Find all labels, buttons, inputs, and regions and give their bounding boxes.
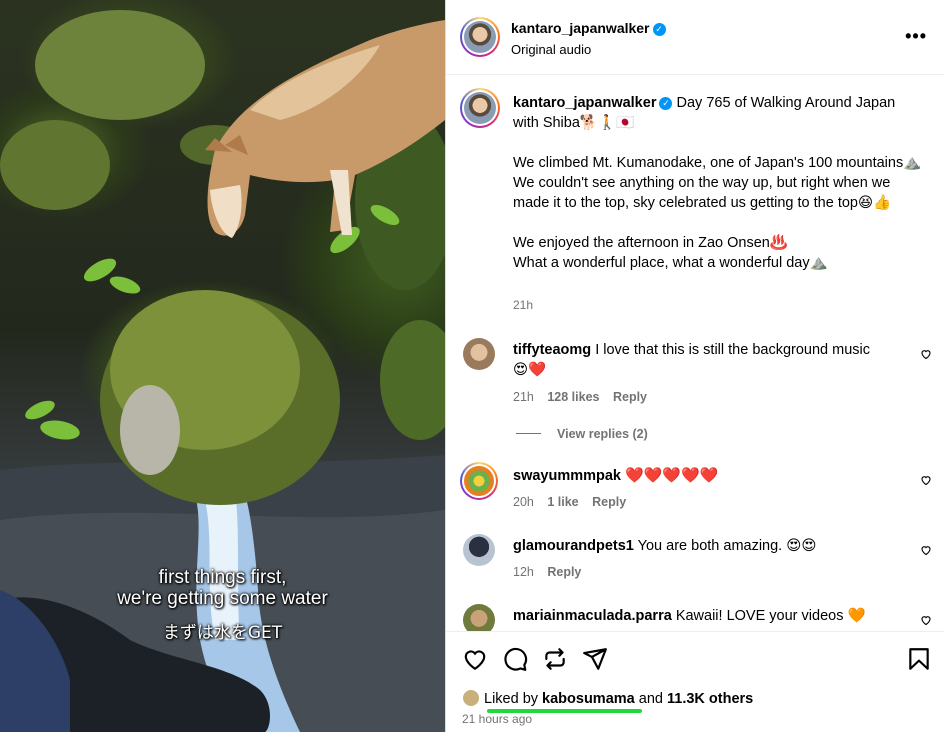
comments-scroll-area[interactable]: kantaro_japanwalker ✓ Day 765 of Walking …: [446, 76, 944, 631]
post-timestamp[interactable]: 21h: [513, 298, 533, 312]
liker-avatar[interactable]: [462, 689, 480, 707]
reply-button[interactable]: Reply: [592, 495, 626, 509]
verified-badge-icon: ✓: [659, 97, 673, 110]
comment-like-heart-icon[interactable]: [920, 348, 932, 360]
view-replies-divider: [516, 433, 541, 434]
reply-button[interactable]: Reply: [613, 390, 647, 404]
commenter-username[interactable]: glamourandpets1: [513, 538, 634, 554]
share-icon[interactable]: [582, 646, 608, 672]
bookmark-icon[interactable]: [906, 646, 932, 672]
video-caption-line: we're getting some water: [117, 588, 328, 609]
comment-like-heart-icon[interactable]: [920, 614, 932, 626]
author-avatar[interactable]: [460, 17, 500, 57]
comment-meta: 12h Reply: [513, 565, 591, 579]
commenter-avatar[interactable]: [463, 338, 495, 370]
post-header: kantaro_japanwalker ✓ Original audio •••: [446, 0, 944, 75]
comment-body: glamourandpets1 You are both amazing. 😍😍: [513, 536, 913, 556]
comment-time[interactable]: 21h: [513, 390, 534, 404]
post-caption: kantaro_japanwalker ✓ Day 765 of Walking …: [513, 93, 923, 273]
commenter-username[interactable]: swayummmpak: [513, 468, 621, 484]
commenter-avatar[interactable]: [463, 604, 495, 631]
comment-like-heart-icon[interactable]: [920, 544, 932, 556]
caption-paragraph: We climbed Mt. Kumanodake, one of Japan'…: [513, 155, 922, 211]
author-username-row[interactable]: kantaro_japanwalker ✓: [511, 20, 666, 36]
post-details-panel: kantaro_japanwalker ✓ Original audio ••• …: [445, 0, 944, 732]
comment-icon[interactable]: [502, 646, 528, 672]
comment-likes[interactable]: 128 likes: [547, 390, 599, 404]
comment-emoji: 😍❤️: [513, 362, 547, 378]
commenter-username[interactable]: mariainmaculada.parra: [513, 608, 672, 624]
post-action-bar: Liked by kabosumama and 11.3K others 21 …: [446, 631, 944, 732]
post-date[interactable]: 21 hours ago: [462, 712, 532, 726]
liked-by-summary: Liked by kabosumama and 11.3K others: [462, 689, 753, 707]
liked-by-and: and: [638, 691, 663, 707]
verified-badge-icon: ✓: [652, 23, 666, 36]
comment-body: tiffyteaomg I love that this is still th…: [513, 340, 913, 380]
comment-text: ❤️❤️❤️❤️❤️: [625, 467, 719, 484]
heart-icon[interactable]: [462, 646, 488, 672]
video-caption-japanese: まずは水をGET: [162, 623, 283, 643]
commenter-avatar[interactable]: [463, 534, 495, 566]
comment-text: You are both amazing. 😍😍: [637, 538, 817, 554]
repost-icon[interactable]: [542, 646, 568, 672]
view-replies-button[interactable]: View replies (2): [516, 427, 648, 441]
video-player[interactable]: first things first, we're getting some w…: [0, 0, 445, 732]
comment-meta: 21h 128 likes Reply: [513, 390, 657, 404]
reply-button[interactable]: Reply: [547, 565, 581, 579]
view-replies-label: View replies (2): [557, 427, 648, 441]
comment-time[interactable]: 12h: [513, 565, 534, 579]
author-username[interactable]: kantaro_japanwalker: [511, 20, 650, 36]
more-options-icon[interactable]: •••: [905, 26, 927, 47]
original-audio-link[interactable]: Original audio: [511, 42, 591, 57]
liked-by-prefix: Liked by: [484, 691, 539, 707]
comment-meta: 20h 1 like Reply: [513, 495, 636, 509]
video-caption-line: first things first,: [158, 567, 287, 588]
caption-paragraph: We enjoyed the afternoon in Zao Onsen♨️: [513, 235, 788, 251]
commenter-username[interactable]: tiffyteaomg: [513, 342, 591, 358]
caption-author-avatar[interactable]: [460, 88, 500, 128]
commenter-avatar[interactable]: [460, 462, 498, 500]
liked-by-user[interactable]: kabosumama: [542, 691, 635, 707]
caption-paragraph: What a wonderful place, what a wonderful…: [513, 255, 828, 271]
comment-body: swayummmpak ❤️❤️❤️❤️❤️: [513, 466, 913, 486]
liked-by-others[interactable]: 11.3K others: [667, 691, 753, 707]
comment-text: Kawaii! LOVE your videos 🧡: [675, 608, 866, 624]
caption-username[interactable]: kantaro_japanwalker: [513, 95, 656, 111]
comment-time[interactable]: 20h: [513, 495, 534, 509]
comment-likes[interactable]: 1 like: [547, 495, 578, 509]
comment-text: I love that this is still the background…: [595, 342, 871, 358]
comment-body: mariainmaculada.parra Kawaii! LOVE your …: [513, 606, 913, 626]
comment-like-heart-icon[interactable]: [920, 474, 932, 486]
